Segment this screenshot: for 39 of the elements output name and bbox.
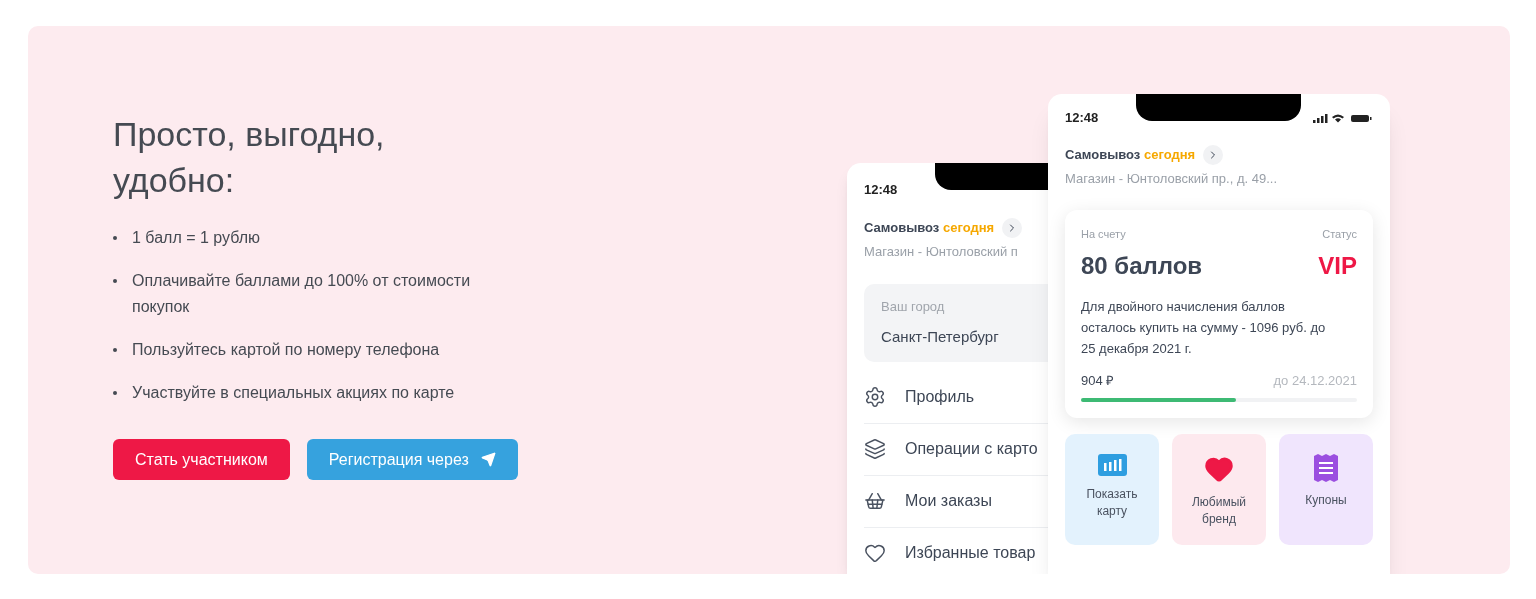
chevron-button[interactable] [1203, 144, 1224, 165]
store-address: Магазин - Юнтоловский п [864, 243, 1019, 261]
receipt-icon [1314, 454, 1338, 482]
telegram-icon [480, 452, 496, 467]
shortcut-tile[interactable]: Любимый бренд [1172, 434, 1266, 545]
status-value: VIP [1318, 250, 1357, 281]
benefit-text: Оплачивайте баллами до 100% от стоимости покупок [132, 271, 472, 317]
bonus-note: Для двойного начисления баллов осталось купить на сумму - 1096 руб. до 25 декабря 2021 г. [1081, 297, 1327, 358]
status-icons [1313, 112, 1373, 123]
status-label: Статус [1322, 227, 1357, 242]
pickup-label: Самовывоз сегодня [1065, 145, 1196, 164]
cards-icon [864, 438, 886, 460]
join-button[interactable]: Стать участником [113, 439, 290, 480]
city-field[interactable]: Ваш город Санкт-Петербург [864, 283, 1048, 362]
settings-icon [864, 386, 886, 408]
status-time: 12:48 [1065, 109, 1099, 127]
city-label: Ваш город [881, 297, 946, 316]
bullet-icon [113, 391, 117, 395]
benefit-text: Участвуйте в специальных акциях по карте [132, 383, 455, 403]
shortcut-tile[interactable]: Показать карту [1065, 434, 1159, 545]
card-icon [1097, 454, 1127, 476]
shortcut-tile[interactable]: Купоны [1279, 434, 1373, 545]
store-address: Магазин - Юнтоловский пр., д. 49... [1065, 169, 1279, 188]
deadline: до 24.12.2021 [1273, 371, 1357, 390]
bullet-icon [113, 236, 117, 240]
bullet-icon [113, 279, 117, 283]
benefit-text: 1 балл = 1 рублю [132, 228, 260, 248]
city-value: Санкт-Петербург [881, 327, 1000, 347]
benefit-text: Пользуйтесь картой по номеру телефона [132, 340, 440, 360]
balance-value: 80 баллов [1081, 250, 1203, 281]
balance-label: На счету [1081, 227, 1127, 242]
status-time: 12:48 [864, 182, 898, 197]
bullet-icon [113, 348, 117, 352]
pickup-label: Самовывоз сегодня [864, 219, 995, 238]
amount: 904 ₽ [1081, 371, 1115, 390]
basket-icon [864, 490, 886, 512]
chevron-button[interactable] [1002, 218, 1023, 238]
heading: Просто, выгодно, удобно: [113, 114, 386, 201]
heart-icon [864, 542, 886, 564]
